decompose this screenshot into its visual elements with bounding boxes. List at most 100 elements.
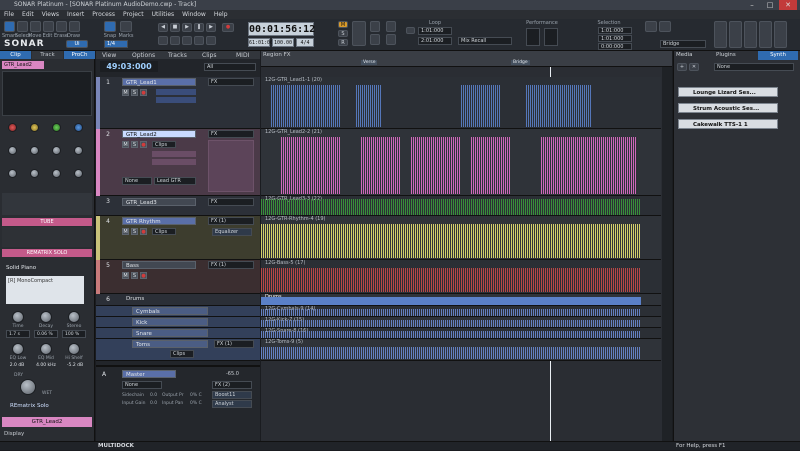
menu-midi[interactable]: MIDI: [236, 52, 249, 59]
custom-button[interactable]: [759, 21, 772, 48]
arm-button[interactable]: ●: [140, 141, 147, 148]
bus-volume[interactable]: -65.0: [226, 371, 239, 377]
bus-name[interactable]: Master: [122, 370, 176, 378]
freq-knob-4[interactable]: [74, 169, 83, 178]
track-name[interactable]: GTR Rhythm: [122, 217, 196, 225]
fx-bin[interactable]: FX: [208, 198, 254, 206]
track-name[interactable]: Cymbals: [132, 307, 208, 315]
clips-toggle[interactable]: Clips: [152, 141, 176, 148]
tab-prochannel[interactable]: ProCh: [64, 51, 95, 59]
tab-plugins[interactable]: Plugins: [716, 51, 756, 60]
countin-button[interactable]: [194, 36, 204, 45]
mute-global-button[interactable]: M: [338, 21, 348, 28]
arm-button[interactable]: ●: [140, 228, 147, 235]
track-name[interactable]: Kick: [132, 318, 208, 326]
menu-tracks[interactable]: Tracks: [168, 52, 187, 59]
volume-slider[interactable]: [152, 151, 196, 157]
region-fx-label[interactable]: Region FX: [263, 52, 291, 58]
decay-knob[interactable]: [40, 311, 52, 323]
edit-tool-button[interactable]: [43, 21, 54, 32]
boost11-plugin[interactable]: Boost11: [212, 391, 252, 399]
maximize-button[interactable]: □: [761, 0, 779, 10]
play-button[interactable]: ▶: [182, 23, 192, 32]
time-knob[interactable]: [12, 311, 24, 323]
marker-select[interactable]: Bridge: [660, 40, 706, 48]
solo-global-button[interactable]: S: [338, 30, 348, 37]
snap-button[interactable]: [104, 21, 116, 32]
fx-bin[interactable]: FX (1): [214, 340, 254, 348]
audio-clip[interactable]: [261, 268, 641, 292]
hi-shelf-knob[interactable]: [68, 343, 80, 355]
audio-clip[interactable]: [261, 331, 641, 338]
audio-clip[interactable]: [541, 137, 636, 194]
display-menu[interactable]: Display: [4, 431, 44, 439]
track-snare[interactable]: Snare: [96, 328, 260, 339]
menu-help[interactable]: Help: [210, 10, 232, 19]
track-name[interactable]: Bass: [122, 261, 196, 269]
folder-drums[interactable]: 6 Drums: [96, 294, 260, 306]
tempo-display[interactable]: 100.00: [272, 38, 294, 47]
audio-clip[interactable]: [261, 199, 641, 215]
menu-insert[interactable]: Insert: [63, 10, 88, 19]
pause-button[interactable]: ❚: [194, 23, 204, 32]
tab-clip[interactable]: Clip: [0, 51, 31, 59]
menu-views[interactable]: Views: [38, 10, 63, 19]
marker-prev-button[interactable]: [659, 21, 671, 32]
menu-project[interactable]: Project: [119, 10, 148, 19]
gain-knob-2[interactable]: [30, 146, 39, 155]
audio-clip[interactable]: [261, 297, 641, 305]
track-name[interactable]: GTR_Lead3: [122, 198, 196, 206]
punch-button[interactable]: [170, 36, 180, 45]
audio-clip[interactable]: [461, 85, 501, 127]
eq-highmid-knob[interactable]: [52, 123, 61, 132]
clips-toggle[interactable]: Clips: [170, 350, 194, 358]
input-select[interactable]: None: [122, 177, 152, 185]
synth-item-tts1[interactable]: Cakewalk TTS-1 1: [678, 119, 778, 129]
delete-synth-button[interactable]: ✕: [689, 63, 699, 71]
audio-clip[interactable]: [271, 85, 341, 127]
menu-edit[interactable]: Edit: [18, 10, 38, 19]
eq-high-knob[interactable]: [74, 123, 83, 132]
menu-clips[interactable]: Clips: [202, 52, 216, 59]
select-tool-button[interactable]: [17, 21, 28, 32]
fast-forward-button[interactable]: ▶: [206, 23, 216, 32]
solo-button[interactable]: S: [131, 141, 138, 148]
synth-item-lounge-lizard[interactable]: Lounge Lizard Ses...: [678, 87, 778, 97]
track-toms[interactable]: Toms Clips FX (1): [96, 339, 260, 361]
folder-name[interactable]: Drums: [126, 296, 144, 302]
solo-button[interactable]: S: [131, 272, 138, 279]
track-name[interactable]: Snare: [132, 329, 208, 337]
metronome-button[interactable]: [182, 36, 192, 45]
track-filter-select[interactable]: All: [204, 63, 256, 71]
eq-low-knob[interactable]: [8, 123, 17, 132]
insert-synth-button[interactable]: +: [677, 63, 687, 71]
eq-low-rematrix-knob[interactable]: [12, 343, 24, 355]
selection-end-field[interactable]: 1:01:000: [598, 35, 632, 42]
track-cymbals[interactable]: Cymbals: [96, 306, 260, 317]
tool-mode-button[interactable]: Ui: [66, 40, 88, 48]
audio-clip[interactable]: [281, 137, 341, 194]
audio-clip[interactable]: [526, 85, 591, 127]
dry-wet-knob[interactable]: [20, 379, 36, 395]
track-name[interactable]: GTR_Lead1: [122, 78, 196, 86]
synth-filter-select[interactable]: None: [714, 63, 794, 71]
rematrix-module-header[interactable]: REMATRIX SOLO: [2, 249, 92, 257]
freq-knob-1[interactable]: [8, 169, 17, 178]
mute-button[interactable]: M: [122, 228, 129, 235]
menu-utilities[interactable]: Utilities: [148, 10, 179, 19]
erase-tool-button[interactable]: [56, 21, 67, 32]
move-tool-button[interactable]: [30, 21, 41, 32]
menu-process[interactable]: Process: [88, 10, 119, 19]
time-value[interactable]: 1.7 s: [6, 330, 30, 338]
time-display[interactable]: 00:01:56:12: [248, 22, 315, 36]
fx-bin[interactable]: FX: [208, 130, 254, 138]
audio-clip[interactable]: [261, 309, 641, 316]
track-4[interactable]: 4 GTR Rhythm M S ● Clips FX (1) Equalize…: [96, 216, 260, 260]
stop-button[interactable]: ■: [170, 23, 180, 32]
bus-input-select[interactable]: None: [122, 381, 162, 389]
close-button[interactable]: ✕: [779, 0, 797, 10]
menu-view[interactable]: View: [102, 52, 116, 59]
audio-clip[interactable]: [361, 137, 401, 194]
verse-marker[interactable]: Verse: [361, 60, 378, 65]
loop-end-field[interactable]: 2:01:000: [418, 37, 452, 45]
